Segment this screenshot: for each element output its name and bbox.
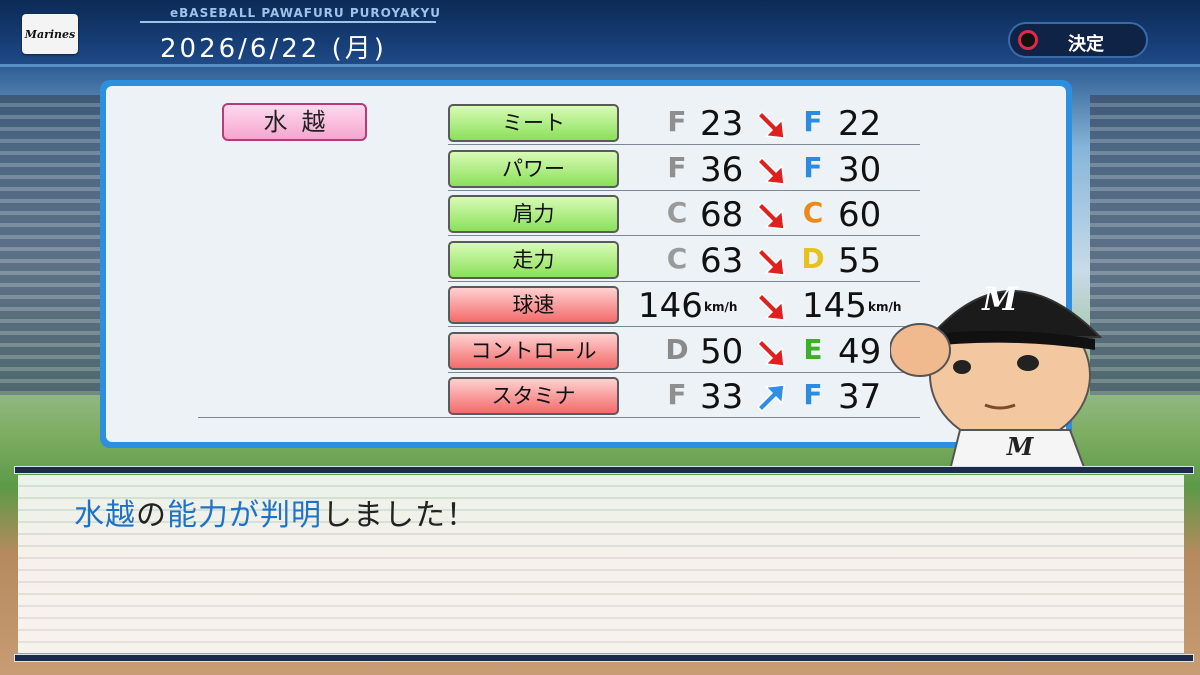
stat-label: ミート [448, 104, 619, 142]
stat-row: スタミナ F 33 F 37 [448, 375, 920, 419]
grade-before: D [665, 332, 689, 366]
stat-label: パワー [448, 149, 619, 188]
message-player-name: 水越 [74, 498, 136, 533]
stat-label: コントロール [448, 331, 619, 370]
stat-row: 球速 146 km/h 145 km/h [448, 284, 920, 328]
arrow-down-icon [756, 201, 785, 230]
arrow-down-icon [756, 338, 785, 367]
stands-left [0, 95, 110, 395]
value-after: 49 [838, 331, 882, 372]
message-highlight: 能力が判明 [167, 498, 322, 533]
grade-before: F [667, 378, 687, 411]
message-bar-bottom [14, 654, 1194, 662]
player-character: M M [890, 280, 1103, 470]
value-before: 23 [700, 104, 744, 144]
grade-before: C [666, 241, 688, 275]
row-divider [448, 235, 920, 236]
stat-label: 球速 [448, 286, 619, 324]
value-after: 30 [838, 149, 882, 190]
arrow-down-icon [756, 292, 785, 321]
value-before: 68 [700, 195, 744, 235]
arrow-down-icon [756, 247, 785, 276]
game-title: eBASEBALL PAWAFURU PUROYAKYU [170, 6, 441, 20]
value-after: 55 [838, 240, 882, 281]
arrow-down-icon [756, 156, 785, 185]
top-bar-rule [0, 64, 1200, 67]
svg-text:M: M [1006, 432, 1035, 461]
confirm-button[interactable]: 決定 [1008, 22, 1148, 58]
message-text: 水越の能力が判明しました！ [74, 490, 477, 534]
circle-button-icon [1018, 30, 1038, 50]
stat-label: スタミナ [448, 377, 619, 415]
confirm-label: 決定 [1068, 34, 1104, 55]
arrow-up-icon [756, 384, 785, 413]
value-after: 37 [838, 377, 882, 417]
date-display: 2026/6/22 (月) [160, 34, 387, 64]
stat-row: ミート F 23 F 22 [448, 102, 920, 146]
svg-text:M: M [981, 280, 1019, 318]
row-divider [448, 144, 920, 145]
value-before: 146 [638, 286, 703, 326]
value-after: 60 [838, 195, 882, 235]
row-divider [448, 280, 920, 282]
grade-after: C [802, 196, 824, 229]
team-logo: Marines [22, 14, 78, 54]
value-before: 63 [700, 240, 744, 281]
row-divider [448, 189, 920, 191]
arrow-down-icon [756, 110, 785, 139]
title-divider [140, 21, 436, 23]
grade-after: F [803, 378, 823, 411]
grade-before: C [666, 196, 688, 229]
message-bar-top [14, 466, 1194, 474]
value-before: 50 [700, 331, 744, 372]
unit-before: km/h [704, 300, 738, 314]
row-divider [448, 326, 920, 327]
value-before: 36 [700, 149, 744, 190]
top-bar: Marines eBASEBALL PAWAFURU PUROYAKYU 202… [0, 0, 1200, 64]
player-name-badge: 水越 [222, 103, 367, 141]
grade-after: F [803, 150, 823, 184]
message-particle: の [136, 498, 167, 533]
stat-label: 肩力 [448, 195, 619, 233]
value-after: 22 [838, 104, 882, 144]
row-divider [448, 371, 920, 373]
stat-row: パワー F 36 F 30 [448, 148, 920, 192]
stat-row: コントロール D 50 E 49 [448, 330, 920, 374]
grade-after: F [803, 105, 823, 138]
grade-after: E [803, 332, 823, 366]
stat-label: 走力 [448, 240, 619, 279]
row-divider [198, 417, 920, 418]
grade-before: F [667, 105, 687, 138]
stat-row: 走力 C 63 D 55 [448, 239, 920, 283]
value-after: 145 [802, 286, 867, 326]
message-ending: しました！ [322, 498, 477, 533]
grade-before: F [667, 150, 687, 184]
value-before: 33 [700, 377, 744, 417]
grade-after: D [801, 241, 825, 275]
stat-row: 肩力 C 68 C 60 [448, 193, 920, 237]
